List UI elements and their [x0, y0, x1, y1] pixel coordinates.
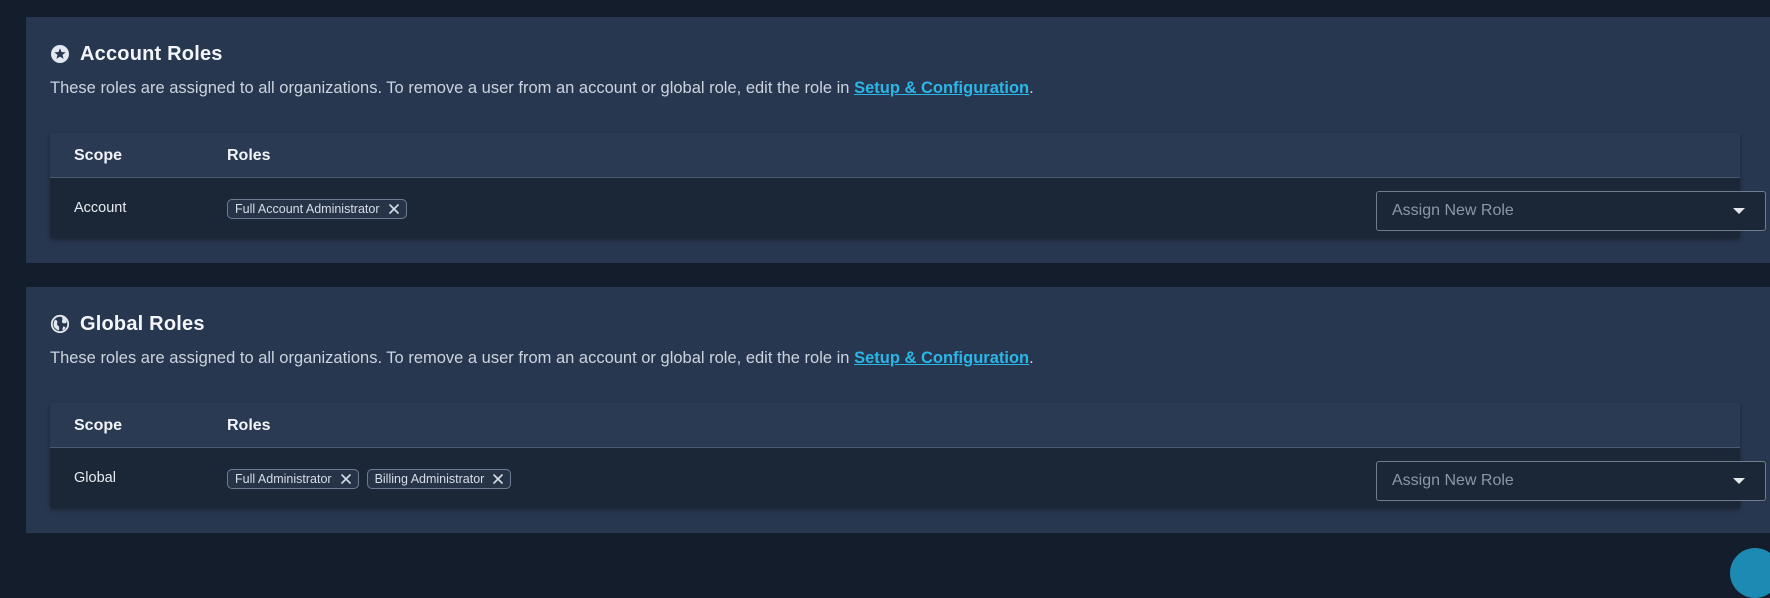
- role-chip-label: Full Account Administrator: [235, 202, 380, 216]
- assign-new-role-select[interactable]: Assign New Role: [1376, 461, 1766, 501]
- account-roles-panel: Account Roles These roles are assigned t…: [26, 17, 1770, 263]
- star-circle-icon: [50, 44, 70, 64]
- description-text: These roles are assigned to all organiza…: [50, 349, 855, 367]
- scope-cell: Global: [74, 470, 116, 486]
- description-period: .: [1029, 349, 1034, 367]
- help-button[interactable]: [1730, 548, 1770, 598]
- role-chip: Billing Administrator: [366, 469, 512, 489]
- account-roles-description: These roles are assigned to all organiza…: [50, 79, 1034, 98]
- account-roles-heading: Account Roles: [50, 39, 223, 69]
- account-roles-title: Account Roles: [80, 42, 223, 65]
- role-chip: Full Administrator: [227, 469, 359, 489]
- close-icon[interactable]: [340, 473, 352, 485]
- scope-cell: Account: [74, 200, 127, 216]
- assign-new-role-placeholder: Assign New Role: [1392, 202, 1514, 219]
- close-icon[interactable]: [388, 203, 400, 215]
- global-roles-title: Global Roles: [80, 312, 205, 335]
- role-chips: Full Account Administrator: [227, 199, 407, 219]
- table-row: Global Full Administrator Billing Admini…: [50, 449, 1766, 508]
- global-roles-panel: Global Roles These roles are assigned to…: [26, 287, 1770, 533]
- assign-new-role-select[interactable]: Assign New Role: [1376, 191, 1766, 231]
- role-chip-label: Billing Administrator: [374, 472, 485, 486]
- column-header-scope: Scope: [74, 147, 123, 164]
- account-roles-table: Scope Roles Account Full Account Adminis…: [50, 133, 1766, 238]
- global-roles-description: These roles are assigned to all organiza…: [50, 349, 1034, 368]
- column-header-roles: Roles: [227, 417, 271, 434]
- column-header-scope: Scope: [74, 417, 123, 434]
- setup-configuration-link[interactable]: Setup & Configuration: [854, 79, 1029, 97]
- column-header-roles: Roles: [227, 147, 271, 164]
- global-roles-heading: Global Roles: [50, 309, 205, 339]
- caret-down-icon: [1733, 478, 1745, 484]
- table-header: Scope Roles: [50, 403, 1740, 448]
- setup-configuration-link[interactable]: Setup & Configuration: [854, 349, 1029, 367]
- description-period: .: [1029, 79, 1034, 97]
- close-icon[interactable]: [492, 473, 504, 485]
- role-chip: Full Account Administrator: [227, 199, 407, 219]
- globe-icon: [50, 314, 70, 334]
- table-header: Scope Roles: [50, 133, 1740, 178]
- assign-new-role-placeholder: Assign New Role: [1392, 472, 1514, 489]
- caret-down-icon: [1733, 208, 1745, 214]
- global-roles-table: Scope Roles Global Full Administrator Bi…: [50, 403, 1766, 508]
- description-text: These roles are assigned to all organiza…: [50, 79, 855, 97]
- table-row: Account Full Account Administrator Assig…: [50, 179, 1766, 238]
- role-chip-label: Full Administrator: [235, 472, 332, 486]
- role-chips: Full Administrator Billing Administrator: [227, 469, 512, 489]
